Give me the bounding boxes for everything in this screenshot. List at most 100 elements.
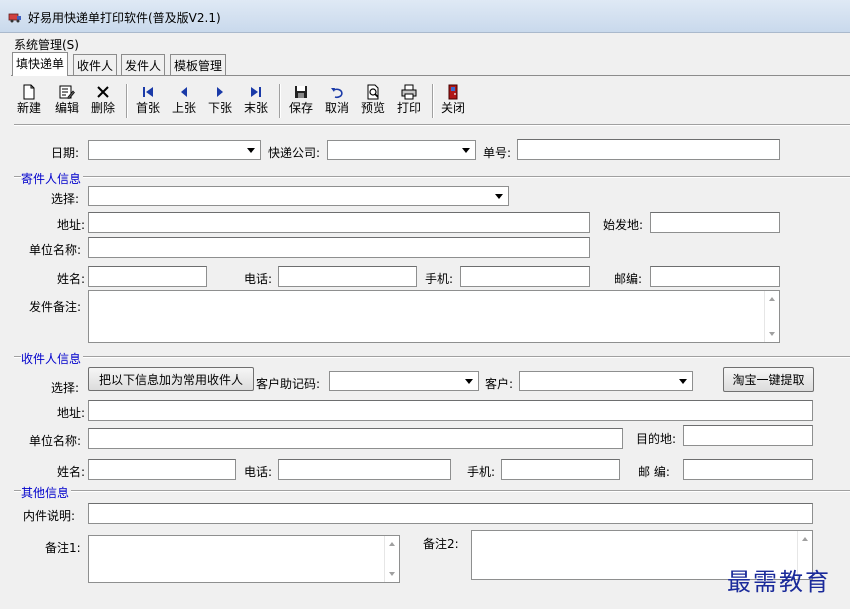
customer-combo[interactable] (519, 371, 693, 391)
date-combo[interactable] (88, 140, 261, 160)
delete-button-label: 删除 (90, 101, 115, 115)
last-record-button[interactable]: 末张 (239, 82, 273, 120)
cancel-button[interactable]: 取消 (320, 82, 354, 120)
add-common-recipient-button[interactable]: 把以下信息加为常用收件人 (88, 367, 254, 391)
note2-label: 备注2: (423, 537, 459, 551)
other-section-divider (14, 490, 850, 492)
previous-arrow-icon (181, 87, 187, 97)
menu-bar: 系统管理(S) (0, 34, 850, 52)
other-section-title: 其他信息 (21, 484, 72, 501)
sender-company-input[interactable] (88, 237, 590, 258)
first-record-icon (143, 87, 153, 97)
previous-record-button[interactable]: 上张 (167, 82, 201, 120)
customer-mnemonic-label: 客户助记码: (256, 377, 321, 391)
dropdown-arrow-icon (465, 379, 473, 384)
sender-address-label: 地址: (57, 218, 86, 232)
edit-button[interactable]: 编辑 (50, 82, 84, 120)
recipient-address-input[interactable] (88, 400, 813, 421)
taobao-extract-button[interactable]: 淘宝一键提取 (723, 367, 814, 392)
next-record-label: 下张 (207, 101, 232, 115)
sender-zip-input[interactable] (650, 266, 780, 287)
courier-label: 快递公司: (268, 146, 321, 160)
sender-company-label: 单位名称: (29, 243, 82, 257)
next-record-button[interactable]: 下张 (203, 82, 237, 120)
sender-name-label: 姓名: (57, 272, 86, 286)
recipient-name-input[interactable] (88, 459, 236, 480)
new-button-label: 新建 (16, 101, 41, 115)
tab-template-management[interactable]: 模板管理 (170, 54, 227, 75)
customer-mnemonic-combo[interactable] (329, 371, 479, 391)
scroll-down-arrow-icon[interactable] (389, 572, 395, 576)
contents-description-label: 内件说明: (23, 509, 76, 523)
preview-button-label: 预览 (360, 101, 385, 115)
scroll-up-arrow-icon[interactable] (769, 297, 775, 301)
dropdown-arrow-icon (679, 379, 687, 384)
recipient-section-divider (14, 356, 850, 358)
recipient-name-label: 姓名: (57, 465, 86, 479)
note1-label: 备注1: (45, 541, 81, 555)
scroll-up-arrow-icon[interactable] (802, 537, 808, 541)
dropdown-arrow-icon (495, 194, 503, 199)
tab-recipients[interactable]: 收件人 (73, 54, 118, 75)
close-button[interactable]: 关闭 (436, 82, 470, 120)
sender-section-title: 寄件人信息 (21, 170, 84, 187)
date-label: 日期: (51, 146, 80, 160)
destination-input[interactable] (683, 425, 813, 446)
preview-button[interactable]: 预览 (356, 82, 390, 120)
save-floppy-icon (295, 86, 307, 98)
tab-fill-waybill[interactable]: 填快递单 (12, 52, 69, 76)
new-button[interactable]: 新建 (12, 82, 46, 120)
customer-label: 客户: (485, 377, 514, 391)
recipient-company-label: 单位名称: (29, 434, 82, 448)
title-bar: 好易用快递单打印软件(普及版V2.1) (0, 0, 850, 33)
sender-phone-input[interactable] (278, 266, 417, 287)
sender-mobile-input[interactable] (460, 266, 590, 287)
first-record-label: 首张 (135, 101, 160, 115)
recipient-mobile-input[interactable] (501, 459, 620, 480)
last-record-icon (251, 87, 261, 97)
close-button-label: 关闭 (440, 101, 465, 115)
scrollbar[interactable] (384, 536, 399, 582)
previous-record-label: 上张 (171, 101, 196, 115)
recipient-phone-input[interactable] (278, 459, 451, 480)
recipient-select-label: 选择: (51, 381, 80, 395)
recipient-company-input[interactable] (88, 428, 623, 449)
recipient-zip-input[interactable] (683, 459, 813, 480)
courier-combo[interactable] (327, 140, 476, 160)
sender-phone-label: 电话: (244, 272, 273, 286)
tab-senders[interactable]: 发件人 (121, 54, 166, 75)
toolbar-separator (432, 84, 434, 118)
sender-name-input[interactable] (88, 266, 207, 287)
contents-description-input[interactable] (88, 503, 813, 524)
waybill-number-label: 单号: (483, 146, 512, 160)
destination-label: 目的地: (636, 432, 677, 446)
note1-textarea[interactable] (88, 535, 400, 583)
printer-icon (401, 84, 417, 100)
dropdown-arrow-icon (247, 148, 255, 153)
menu-system[interactable]: 系统管理(S) (14, 36, 79, 53)
window-title: 好易用快递单打印软件(普及版V2.1) (28, 11, 221, 25)
scrollbar[interactable] (764, 291, 779, 342)
undo-icon (331, 88, 343, 99)
first-record-button[interactable]: 首张 (131, 82, 165, 120)
origin-input[interactable] (650, 212, 780, 233)
waybill-number-input[interactable] (517, 139, 780, 160)
edit-icon (59, 85, 75, 99)
save-button-label: 保存 (288, 101, 313, 115)
print-button[interactable]: 打印 (392, 82, 426, 120)
print-preview-icon (367, 84, 379, 100)
last-record-label: 末张 (243, 101, 268, 115)
toolbar-divider (14, 124, 850, 126)
recipient-mobile-label: 手机: (467, 465, 496, 479)
delete-button[interactable]: 删除 (86, 82, 120, 120)
save-button[interactable]: 保存 (284, 82, 318, 120)
sender-select-combo[interactable] (88, 186, 509, 206)
scroll-up-arrow-icon[interactable] (389, 542, 395, 546)
sender-note-textarea[interactable] (88, 290, 780, 343)
delete-x-icon (97, 86, 109, 98)
scroll-down-arrow-icon[interactable] (769, 332, 775, 336)
sender-select-label: 选择: (51, 192, 80, 206)
recipient-zip-label: 邮 编: (638, 465, 670, 479)
sender-section-divider (14, 176, 850, 178)
sender-address-input[interactable] (88, 212, 590, 233)
